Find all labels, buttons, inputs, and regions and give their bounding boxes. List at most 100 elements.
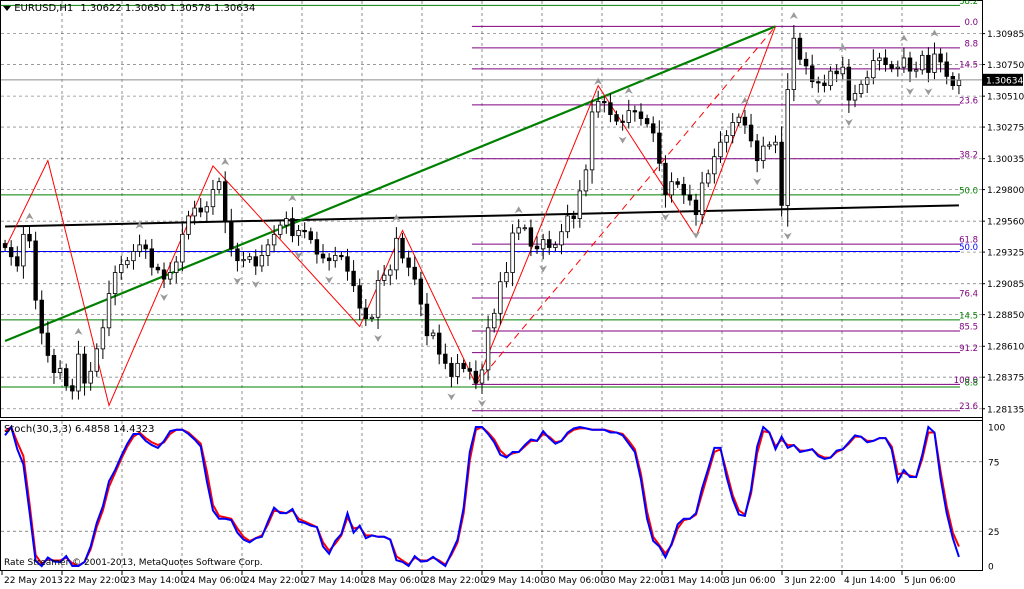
candle-body bbox=[449, 362, 454, 377]
price-axis-label: 1.30275 bbox=[987, 124, 1024, 134]
stochastic-title: Stoch(30,3,3) 6.4858 14.4323 bbox=[4, 424, 155, 435]
candle-body bbox=[638, 111, 644, 119]
candle-body bbox=[767, 144, 772, 147]
candle-body bbox=[699, 182, 705, 216]
candle-body bbox=[932, 53, 937, 73]
candle-body bbox=[400, 237, 405, 259]
candle-body bbox=[27, 233, 32, 242]
candle-body bbox=[247, 256, 252, 260]
chart-menu-arrow-icon[interactable] bbox=[3, 5, 11, 11]
fractal-down-marker bbox=[374, 334, 383, 342]
fibo-green-level-line-label: 8.8 bbox=[964, 379, 978, 389]
candle-body bbox=[742, 116, 748, 126]
candle-body bbox=[620, 120, 625, 123]
candle-body bbox=[320, 253, 326, 259]
candle-body bbox=[326, 257, 332, 262]
stochastic-axis-label: 100 bbox=[988, 424, 1005, 434]
candle-body bbox=[724, 135, 729, 143]
candle-body bbox=[614, 114, 619, 122]
candle-body bbox=[94, 348, 99, 372]
chart-ohlc: 1.30622 1.30650 1.30578 1.30634 bbox=[80, 3, 256, 14]
candle-body bbox=[125, 260, 130, 266]
candle-body bbox=[736, 116, 742, 123]
candle-body bbox=[492, 312, 497, 329]
stochastic-axis-label: 75 bbox=[988, 458, 999, 468]
candle-body bbox=[436, 332, 442, 355]
time-axis-label: 28 May 06:00 bbox=[364, 576, 426, 586]
fibo-level-line-label: 14.5 bbox=[959, 60, 978, 70]
candle-body bbox=[540, 239, 546, 250]
candle-body bbox=[339, 255, 344, 258]
time-axis-label: 22 May 22:00 bbox=[64, 576, 126, 586]
fractal-down-marker bbox=[924, 88, 933, 96]
time-axis-label: 27 May 14:00 bbox=[304, 576, 366, 586]
candle-body bbox=[161, 269, 167, 280]
zigzag-line bbox=[4, 26, 776, 408]
candle-body bbox=[626, 110, 631, 123]
candle-body bbox=[944, 61, 949, 77]
candle-body bbox=[82, 353, 87, 384]
candle-body bbox=[675, 181, 680, 185]
fractal-down-marker bbox=[294, 251, 303, 259]
candle-body bbox=[748, 124, 754, 142]
candle-body bbox=[602, 101, 607, 104]
candle-body bbox=[64, 368, 69, 387]
candle-body bbox=[467, 368, 472, 372]
time-axis-label: 30 May 22:00 bbox=[604, 576, 666, 586]
candle-body bbox=[192, 207, 197, 217]
candle-body bbox=[112, 272, 118, 294]
candle-body bbox=[865, 77, 870, 85]
candle-body bbox=[706, 173, 711, 184]
candle-body bbox=[149, 248, 155, 268]
fractal-up-marker bbox=[514, 206, 523, 214]
price-axis-label: 1.30035 bbox=[987, 155, 1024, 165]
time-axis-label: 31 May 14:00 bbox=[664, 576, 726, 586]
fractal-down-marker bbox=[844, 118, 853, 126]
candle-body bbox=[88, 370, 93, 384]
candle-body bbox=[595, 101, 601, 113]
chart-canvas[interactable]: 0.08.814.523.638.261.876.485.591.2100.02… bbox=[0, 0, 1024, 589]
fractal-down-marker bbox=[539, 265, 548, 273]
candle-body bbox=[100, 327, 106, 350]
candle-body bbox=[565, 215, 570, 233]
candle-body bbox=[687, 194, 693, 201]
candle-body bbox=[381, 274, 387, 281]
candle-body bbox=[33, 240, 38, 301]
fibo-level-line-label: 23.6 bbox=[959, 96, 978, 106]
time-axis-label: 30 May 06:00 bbox=[544, 576, 606, 586]
fibo-level-line-label: 8.8 bbox=[964, 39, 978, 49]
fractal-down-marker bbox=[251, 280, 260, 288]
fractal-up-marker bbox=[930, 29, 939, 37]
candle-body bbox=[773, 141, 778, 146]
candle-body bbox=[155, 266, 161, 271]
candle-body bbox=[712, 156, 717, 175]
fibo-level-line-label: 91.2 bbox=[959, 344, 978, 354]
candle-body bbox=[351, 270, 356, 287]
candle-body bbox=[577, 190, 583, 219]
candle-body bbox=[510, 232, 515, 273]
candle-body bbox=[816, 81, 821, 84]
candle-body bbox=[241, 258, 246, 262]
candle-body bbox=[547, 239, 552, 248]
candle-body bbox=[131, 251, 136, 262]
candle-body bbox=[51, 355, 57, 373]
candle-body bbox=[553, 244, 558, 248]
fractal-down-marker bbox=[618, 136, 627, 144]
mt4-chart-window: 0.0 8.8 14.5 23.6 38.2 61.8 76.4 85.5 91.2 100.0 2… bbox=[0, 0, 1024, 589]
candle-body bbox=[412, 266, 417, 280]
candle-body bbox=[302, 230, 307, 233]
candle-body bbox=[418, 278, 424, 305]
copyright-notice: Rate Streamer © 2001-2013, MetaQuotes So… bbox=[4, 558, 263, 568]
price-axis-label: 1.28610 bbox=[987, 343, 1024, 353]
fibo-green-level-line-label: 14.5 bbox=[959, 311, 978, 321]
candle-body bbox=[430, 332, 436, 337]
candle-body bbox=[235, 248, 240, 262]
candle-body bbox=[76, 353, 81, 392]
fractal-down-marker bbox=[692, 231, 701, 239]
candle-body bbox=[424, 303, 430, 337]
candle-body bbox=[57, 368, 63, 373]
axis-labels: 22 May 2013 22 May 22:0023 May 14:0024 Ma… bbox=[1, 30, 1024, 586]
candle-body bbox=[222, 181, 228, 222]
candle-body bbox=[663, 162, 668, 196]
time-axis-label: 3 Jun 22:00 bbox=[784, 576, 836, 586]
